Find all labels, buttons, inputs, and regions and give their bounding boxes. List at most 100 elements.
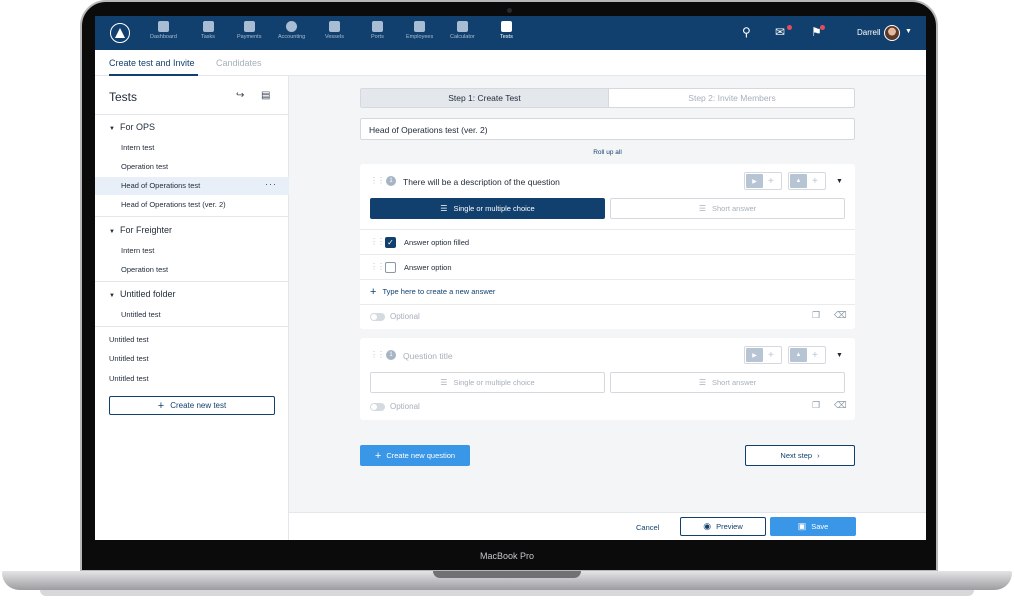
optional-toggle[interactable] bbox=[370, 313, 385, 321]
divider bbox=[95, 326, 289, 327]
sidebar-test-label: Head of Operations test bbox=[121, 181, 201, 190]
mail-icon[interactable]: ✉ bbox=[775, 26, 785, 38]
optional-toggle[interactable] bbox=[370, 403, 385, 411]
sidebar-title: Tests bbox=[109, 90, 138, 104]
folder-untitled[interactable]: ▼ Untitled folder bbox=[109, 289, 175, 299]
type-short-answer[interactable]: ☰ Short answer bbox=[610, 372, 845, 393]
ship-logo-icon[interactable] bbox=[110, 23, 130, 43]
type-single-multiple-choice[interactable]: ☰ Single or multiple choice bbox=[370, 198, 605, 219]
sidebar-test-item[interactable]: Intern test bbox=[95, 139, 289, 157]
sidebar-test-item[interactable]: Operation test bbox=[95, 261, 289, 279]
video-icon: ▶ bbox=[746, 348, 763, 362]
short-answer-icon: ☰ bbox=[698, 204, 706, 213]
sidebar-test-item[interactable]: Untitled test bbox=[95, 350, 289, 368]
import-icon[interactable]: ↪ bbox=[236, 90, 244, 101]
drag-handle-icon[interactable]: ⋮⋮ bbox=[370, 176, 385, 185]
top-navigation: Dashboard Tasks Payments Accounting Vess… bbox=[95, 16, 926, 50]
create-new-test-button[interactable]: + Create new test bbox=[109, 396, 275, 415]
answer-checkbox[interactable] bbox=[385, 262, 396, 273]
trash-icon[interactable]: ⌫ bbox=[834, 400, 847, 411]
short-answer-icon: ☰ bbox=[698, 378, 706, 387]
question-card: ⋮⋮ 1 Question title ▶ + ▲ + ▼ ☰ Single or m… bbox=[360, 338, 855, 420]
chevron-down-icon[interactable]: ▼ bbox=[836, 178, 843, 185]
sidebar-test-item-selected[interactable]: Head of Operations test ··· bbox=[95, 177, 289, 195]
folder-for-freighter[interactable]: ▼ For Freighter bbox=[109, 225, 172, 235]
image-icon: ▲ bbox=[790, 174, 807, 188]
roll-up-all-link[interactable]: Roll up all bbox=[360, 149, 855, 156]
preview-button[interactable]: ◉ Preview bbox=[680, 517, 766, 536]
step-invite-members[interactable]: Step 2: Invite Members bbox=[608, 89, 854, 107]
chevron-down-icon[interactable]: ▼ bbox=[836, 352, 843, 359]
answer-checkbox-checked[interactable]: ✓ bbox=[385, 237, 396, 248]
folder-caret-icon: ▼ bbox=[109, 126, 115, 132]
new-answer-input[interactable]: + Type here to create a new answer bbox=[370, 286, 495, 298]
nav-employees[interactable]: Employees bbox=[406, 21, 433, 47]
answer-row: ⋮⋮ Answer option bbox=[360, 255, 855, 279]
bell-notification-dot bbox=[820, 25, 825, 30]
laptop-notch bbox=[433, 571, 581, 578]
sidebar-test-item[interactable]: Untitled test bbox=[95, 370, 289, 388]
type-single-multiple-choice[interactable]: ☰ Single or multiple choice bbox=[370, 372, 605, 393]
employees-icon bbox=[414, 21, 426, 32]
nav-label: Accounting bbox=[278, 34, 306, 40]
tasks-icon bbox=[202, 21, 214, 32]
button-label: Create new test bbox=[170, 401, 227, 410]
mail-notification-dot bbox=[787, 25, 792, 30]
drag-handle-icon[interactable]: ⋮⋮ bbox=[370, 237, 385, 246]
camera-dot bbox=[507, 8, 512, 13]
save-button[interactable]: ▣ Save bbox=[770, 517, 856, 536]
app-screen: Dashboard Tasks Payments Accounting Vess… bbox=[95, 16, 926, 540]
drag-handle-icon[interactable]: ⋮⋮ bbox=[370, 262, 385, 271]
nav-tests[interactable]: Tests bbox=[500, 21, 513, 47]
question-title[interactable]: There will be a description of the quest… bbox=[403, 177, 560, 187]
trash-icon[interactable]: ⌫ bbox=[834, 310, 847, 321]
nav-vessels[interactable]: Vessels bbox=[325, 21, 344, 47]
search-icon[interactable]: ⚲ bbox=[742, 26, 751, 38]
plus-icon: + bbox=[812, 175, 818, 187]
next-step-button[interactable]: Next step › bbox=[745, 445, 855, 466]
nav-label: Tests bbox=[500, 34, 513, 40]
nav-payments[interactable]: Payments bbox=[237, 21, 261, 47]
duplicate-icon[interactable]: ❐ bbox=[812, 400, 820, 411]
folder-label: For OPS bbox=[119, 122, 155, 132]
archive-icon[interactable]: ▤ bbox=[261, 90, 270, 101]
nav-accounting[interactable]: Accounting bbox=[278, 21, 305, 47]
chevron-down-icon[interactable]: ▼ bbox=[905, 28, 912, 35]
step-create-test[interactable]: Step 1: Create Test bbox=[361, 89, 608, 107]
type-short-answer[interactable]: ☰ Short answer bbox=[610, 198, 845, 219]
plus-icon: + bbox=[768, 349, 774, 361]
question-title-input[interactable]: Question title bbox=[403, 351, 453, 361]
payments-icon bbox=[243, 21, 255, 32]
add-video-button[interactable]: ▶ + bbox=[744, 346, 782, 364]
add-image-button[interactable]: ▲ + bbox=[788, 172, 826, 190]
nav-tasks[interactable]: Tasks bbox=[201, 21, 215, 47]
nav-ports[interactable]: Ports bbox=[371, 21, 384, 47]
divider bbox=[95, 216, 289, 217]
user-name[interactable]: Darrell bbox=[857, 28, 881, 37]
add-image-button[interactable]: ▲ + bbox=[788, 346, 826, 364]
nav-dashboard[interactable]: Dashboard bbox=[150, 21, 177, 47]
more-options-icon[interactable]: ··· bbox=[265, 179, 277, 189]
test-name-input[interactable]: Head of Operations test (ver. 2) bbox=[360, 118, 855, 140]
answer-label[interactable]: Answer option filled bbox=[404, 238, 469, 247]
add-video-button[interactable]: ▶ + bbox=[744, 172, 782, 190]
create-new-question-button[interactable]: + Create new question bbox=[360, 445, 470, 466]
vessels-icon bbox=[328, 21, 340, 32]
step-indicator: Step 1: Create Test Step 2: Invite Membe… bbox=[360, 88, 855, 108]
nav-calculator[interactable]: Calculator bbox=[450, 21, 475, 47]
optional-label: Optional bbox=[390, 312, 420, 321]
sidebar-test-item[interactable]: Untitled test bbox=[95, 306, 289, 324]
duplicate-icon[interactable]: ❐ bbox=[812, 310, 820, 321]
tab-candidates[interactable]: Candidates bbox=[216, 58, 262, 68]
avatar[interactable] bbox=[884, 25, 900, 41]
tab-create-test-and-invite[interactable]: Create test and Invite bbox=[109, 58, 195, 68]
sidebar-test-item[interactable]: Operation test bbox=[95, 158, 289, 176]
cancel-button[interactable]: Cancel bbox=[636, 523, 659, 532]
sidebar-test-item[interactable]: Untitled test bbox=[95, 331, 289, 349]
sidebar-test-item[interactable]: Intern test bbox=[95, 242, 289, 260]
sidebar-test-item[interactable]: Head of Operations test (ver. 2) bbox=[95, 196, 289, 214]
answer-label[interactable]: Answer option bbox=[404, 263, 452, 272]
folder-for-ops[interactable]: ▼ For OPS bbox=[109, 122, 155, 132]
drag-handle-icon[interactable]: ⋮⋮ bbox=[370, 350, 385, 359]
choice-list-icon: ☰ bbox=[440, 204, 448, 213]
